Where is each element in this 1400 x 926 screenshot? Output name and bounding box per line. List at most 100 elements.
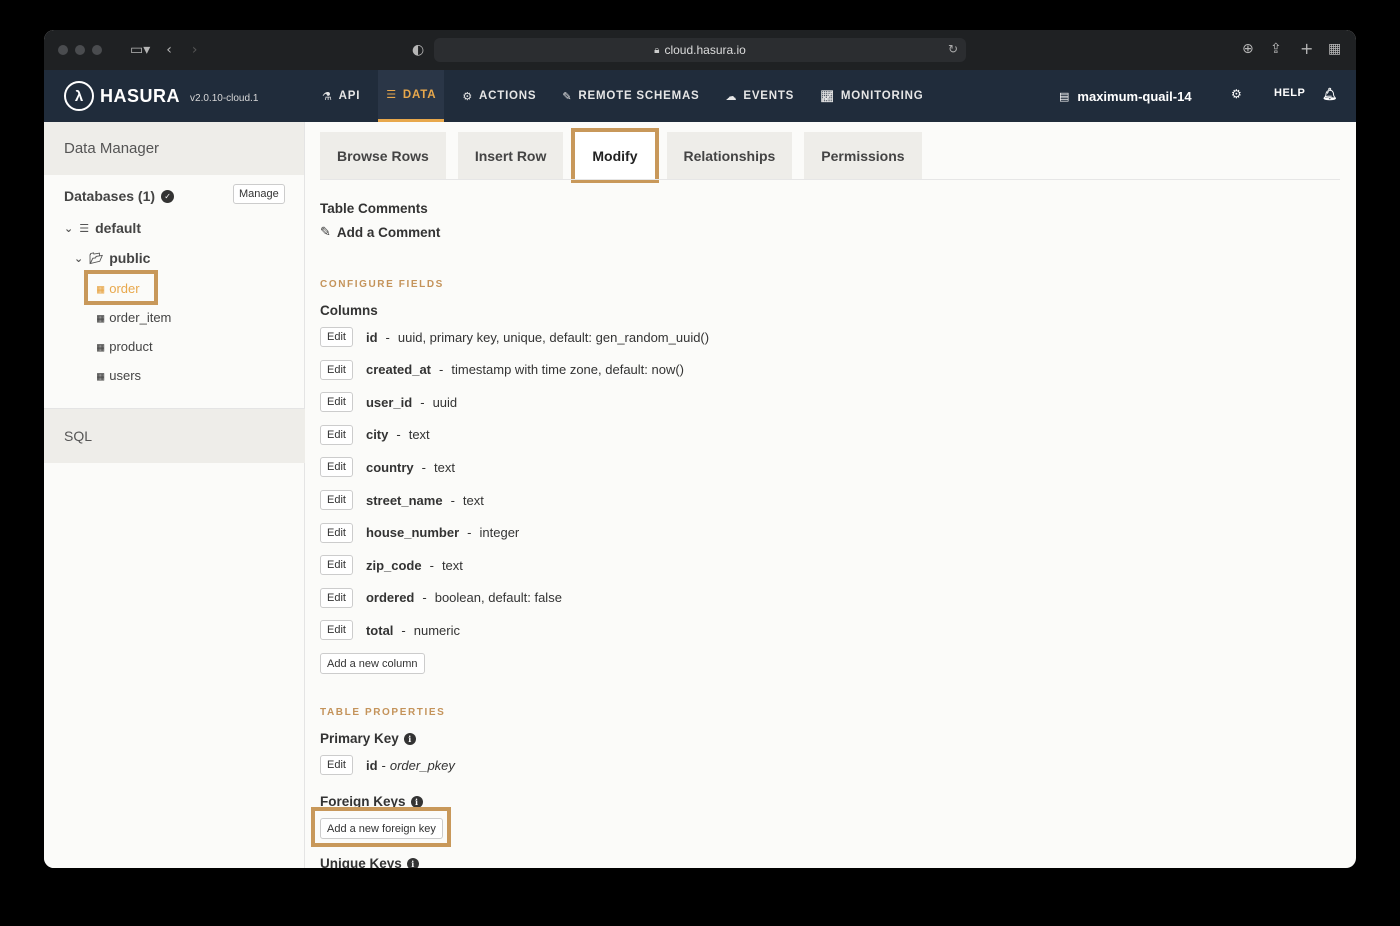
flask-icon: ⚗ [322,89,333,103]
separator: - [421,459,426,475]
edit-column-button[interactable]: Edit [320,457,353,478]
sidebar-title: Data Manager [44,122,304,175]
database-name: default [95,220,141,236]
column-row: Edit country - text [320,457,455,478]
nav-events[interactable]: ☁ EVENTS [718,70,803,122]
separator: - [401,622,406,638]
sidebar-table-product[interactable]: ▦ product [97,339,153,354]
table-properties-heading: TABLE PROPERTIES [320,707,446,718]
edit-column-button[interactable]: Edit [320,490,353,510]
sidebar-toggle-icon[interactable]: ▭▾ [130,42,150,58]
table-name: product [109,339,153,354]
address-bar[interactable]: 🔒︎ cloud.hasura.io ↻ [434,38,966,62]
chevron-down-icon: ⌄ [64,221,74,235]
tree-schema-public[interactable]: ⌄ 📂︎ public [74,250,150,266]
column-type: text [433,459,455,475]
nav-label: ACTIONS [479,90,537,102]
tab-permissions[interactable]: Permissions [804,132,922,179]
manage-button[interactable]: Manage [233,184,285,204]
settings-gear-icon[interactable]: ⚙ [1231,87,1242,101]
databases-label: Databases (1) [64,188,156,204]
schema-name: public [109,250,151,266]
separator: - [422,590,427,606]
add-new-column-button[interactable]: Add a new column [320,653,425,674]
reload-icon[interactable]: ↻ [948,42,958,56]
column-name: ordered [365,590,415,606]
browser-toolbar: ▭▾ ‹ › ◐ 🔒︎ cloud.hasura.io ↻ ⊕ ⇪ + ▦ [44,30,1356,70]
info-icon[interactable]: i [403,732,416,745]
table-icon: ▦ [97,339,105,354]
chart-icon: 📈︎ [820,89,835,103]
nav-remote-schemas[interactable]: ✎ REMOTE SCHEMAS [554,70,707,122]
tab-overview-icon[interactable]: ▦ [1328,41,1341,57]
table-comments-heading: Table Comments [320,201,428,216]
column-name: zip_code [365,557,422,573]
plug-icon: ✎ [562,89,573,103]
unique-keys-label: Unique Keys [320,856,402,868]
info-icon[interactable]: i [406,857,419,868]
edit-column-button[interactable]: Edit [320,555,353,576]
table-name: users [109,368,142,383]
new-tab-icon[interactable]: + [1300,39,1313,58]
nav-actions[interactable]: ⚙ ACTIONS [454,70,544,122]
highlight-box-foreign-key [311,807,451,847]
edit-column-button[interactable]: Edit [320,587,353,608]
back-icon[interactable]: ‹ [166,42,172,58]
column-name: street_name [365,492,443,508]
help-link[interactable]: HELP [1274,87,1305,99]
column-type: numeric [413,622,461,638]
bell-icon[interactable]: 🔔︎ [1322,87,1337,101]
column-name: country [365,459,414,475]
shield-icon[interactable]: ◐ [412,42,424,58]
main-nav: ⚗ API ☰ DATA ⚙ ACTIONS ✎ REMOTE SCHEMAS … [314,70,941,122]
column-row: Edit house_number - integer [320,522,520,543]
nav-label: REMOTE SCHEMAS [578,90,700,102]
edit-column-button[interactable]: Edit [320,359,353,380]
cogs-icon: ⚙ [462,89,474,103]
main-content: Browse Rows Insert Row Modify Relationsh… [306,122,1356,868]
zoom-window-button[interactable] [92,45,102,55]
nav-api[interactable]: ⚗ API [314,70,368,122]
sidebar-table-order-item[interactable]: ▦ order_item [97,310,171,325]
tab-browse-rows[interactable]: Browse Rows [320,132,446,179]
column-row: Edit total - numeric [320,620,461,641]
forward-icon[interactable]: › [192,42,198,58]
nav-label: DATA [402,88,437,101]
primary-key-row: Edit id - order_pkey [320,755,455,775]
tree-database-default[interactable]: ⌄ ☰ default [64,220,141,236]
column-name: created_at [365,362,432,378]
tabs-divider [320,179,1340,180]
sidebar-table-users[interactable]: ▦ users [97,368,141,383]
nav-data[interactable]: ☰ DATA [378,70,445,122]
column-name: total [365,622,394,638]
edit-column-button[interactable]: Edit [320,522,353,543]
column-type: integer [479,525,520,541]
tab-modify[interactable]: Modify [571,128,659,183]
separator: - [429,557,434,573]
hasura-logo[interactable]: λ HASURA v2.0.10-cloud.1 [64,81,258,111]
highlight-box-order [84,270,158,305]
add-comment-link[interactable]: ✎ Add a Comment [320,225,440,240]
edit-primary-key-button[interactable]: Edit [320,755,353,775]
add-comment-label: Add a Comment [336,225,441,240]
lock-icon: 🔒︎ [654,44,660,56]
sidebar-sql-link[interactable]: SQL [44,408,305,463]
close-window-button[interactable] [58,45,68,55]
edit-column-button[interactable]: Edit [320,424,353,445]
separator: - [467,525,472,541]
window-controls [58,45,102,55]
primary-key-label: Primary Key [320,731,399,746]
tab-relationships[interactable]: Relationships [666,132,793,179]
project-selector[interactable]: ▤ maximum-quail-14 [1059,70,1192,122]
minimize-window-button[interactable] [75,45,85,55]
edit-column-button[interactable]: Edit [320,392,353,413]
share-icon[interactable]: ⇪ [1270,41,1282,57]
info-icon[interactable]: i [410,795,423,808]
download-icon[interactable]: ⊕ [1242,41,1254,57]
tab-insert-row[interactable]: Insert Row [457,132,564,179]
app-header: λ HASURA v2.0.10-cloud.1 ⚗ API ☰ DATA ⚙ … [44,70,1356,122]
column-row: Edit created_at - timestamp with time zone,… [320,359,684,380]
edit-column-button[interactable]: Edit [320,620,353,641]
edit-column-button[interactable]: Edit [320,327,353,347]
nav-monitoring[interactable]: 📈︎ MONITORING [812,70,931,122]
